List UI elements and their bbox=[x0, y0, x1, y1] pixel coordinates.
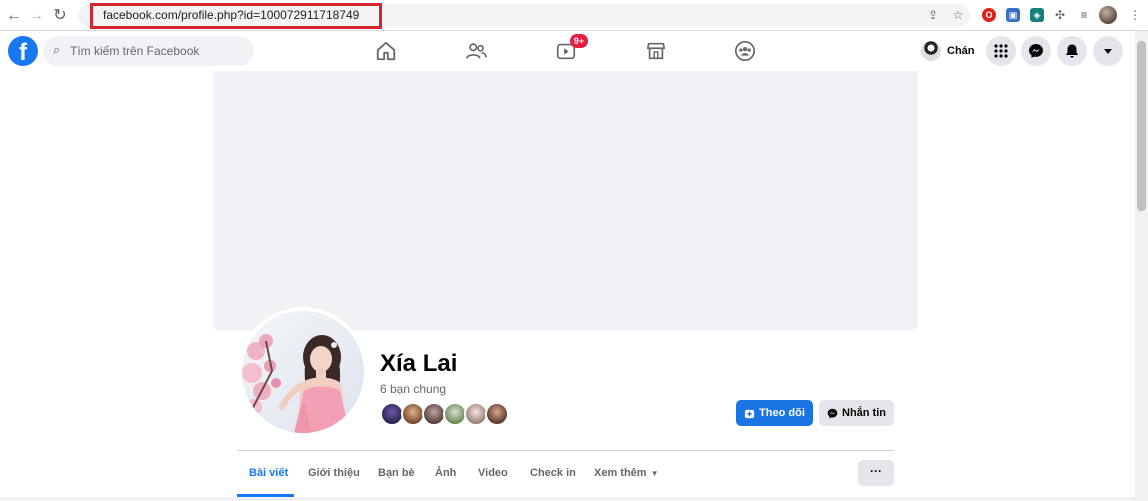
friends-tab[interactable] bbox=[446, 31, 506, 71]
forward-icon[interactable]: → bbox=[26, 6, 46, 26]
watch-tab[interactable]: 9+ bbox=[536, 31, 596, 71]
home-tab[interactable] bbox=[356, 31, 416, 71]
share-icon[interactable]: ⇪ bbox=[926, 8, 940, 22]
tab-check-in[interactable]: Check in bbox=[530, 467, 576, 479]
messenger-icon bbox=[827, 408, 838, 418]
avatar bbox=[921, 41, 941, 61]
tab-videos[interactable]: Video bbox=[478, 467, 508, 479]
profile-shortcut[interactable]: Chán bbox=[917, 36, 981, 66]
cover-photo[interactable] bbox=[213, 71, 918, 331]
tab-friends[interactable]: Bạn bè bbox=[378, 467, 415, 479]
messenger-icon bbox=[1029, 44, 1043, 58]
profile-shortcut-name: Chán bbox=[947, 45, 975, 57]
follow-icon bbox=[744, 409, 755, 418]
groups-icon bbox=[735, 41, 755, 61]
extension-icon[interactable]: ▣ bbox=[1006, 8, 1020, 22]
reload-icon[interactable]: ↻ bbox=[50, 6, 70, 26]
account-button[interactable] bbox=[1093, 36, 1123, 66]
search-icon: ⌕ bbox=[53, 42, 61, 57]
search-box[interactable]: ⌕ bbox=[43, 36, 254, 66]
message-button[interactable]: Nhắn tin bbox=[819, 400, 894, 426]
facebook-logo[interactable]: f bbox=[8, 36, 38, 66]
reading-list-icon[interactable]: ≡ bbox=[1077, 8, 1091, 22]
avatar[interactable] bbox=[485, 402, 509, 426]
home-icon bbox=[376, 41, 396, 61]
follow-button-label: Theo dõi bbox=[759, 407, 805, 419]
mutual-friends-count[interactable]: 6 bạn chung bbox=[380, 382, 446, 396]
browser-profile-avatar[interactable] bbox=[1099, 6, 1117, 24]
messenger-button[interactable] bbox=[1021, 36, 1051, 66]
profile-picture[interactable] bbox=[238, 307, 368, 437]
bookmark-star-icon[interactable]: ☆ bbox=[951, 8, 965, 22]
notifications-button[interactable] bbox=[1057, 36, 1087, 66]
facebook-header: f ⌕ 9+ Chán bbox=[0, 31, 1135, 71]
page-background bbox=[0, 497, 1135, 501]
grid-menu-icon bbox=[994, 44, 1008, 58]
search-input[interactable] bbox=[70, 41, 245, 61]
profile-name: Xía Lai bbox=[380, 350, 458, 377]
tab-photos[interactable]: Ảnh bbox=[435, 467, 456, 479]
menu-button[interactable] bbox=[986, 36, 1016, 66]
notification-badge: 9+ bbox=[570, 34, 588, 48]
puzzle-icon[interactable]: ✣ bbox=[1053, 8, 1067, 22]
marketplace-icon bbox=[646, 42, 666, 60]
tab-posts[interactable]: Bài viết bbox=[249, 467, 288, 479]
message-button-label: Nhắn tin bbox=[842, 407, 886, 419]
caret-down-icon: ▼ bbox=[650, 468, 659, 478]
profile-photo-image bbox=[242, 311, 364, 433]
tab-more-label: Xem thêm bbox=[594, 467, 647, 479]
scrollbar-thumb[interactable] bbox=[1137, 41, 1146, 211]
browser-toolbar: ← → ↻ facebook.com/profile.php?id=100072… bbox=[0, 0, 1148, 31]
url-highlight-box bbox=[90, 3, 382, 29]
groups-tab[interactable] bbox=[715, 31, 775, 71]
extension-icon[interactable]: ◈ bbox=[1030, 8, 1044, 22]
scrollbar[interactable] bbox=[1135, 31, 1148, 501]
divider bbox=[238, 450, 894, 451]
caret-down-icon bbox=[1104, 49, 1112, 54]
friends-icon bbox=[466, 43, 487, 59]
tab-about[interactable]: Giới thiệu bbox=[308, 467, 360, 479]
bell-icon bbox=[1066, 44, 1078, 58]
marketplace-tab[interactable] bbox=[626, 31, 686, 71]
tab-more[interactable]: Xem thêm ▼ bbox=[594, 467, 659, 479]
kebab-menu-icon[interactable]: ⋮ bbox=[1128, 8, 1142, 22]
more-options-button[interactable]: ··· bbox=[858, 460, 894, 486]
follow-button[interactable]: Theo dõi bbox=[736, 400, 813, 426]
opera-extension-icon[interactable]: O bbox=[982, 8, 996, 22]
back-icon[interactable]: ← bbox=[4, 6, 24, 26]
